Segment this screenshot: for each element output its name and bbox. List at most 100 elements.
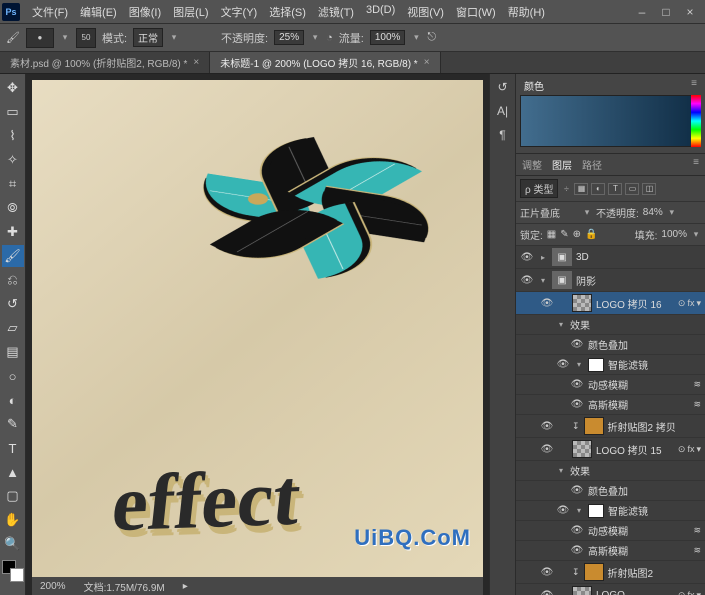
layer-thumb[interactable] bbox=[572, 586, 592, 595]
document-tab[interactable]: 素材.psd @ 100% (折射贴图2, RGB/8) *× bbox=[0, 52, 210, 73]
filter-pixel-icon[interactable]: ▦ bbox=[574, 183, 588, 195]
crop-tool[interactable]: ⌗ bbox=[2, 173, 24, 195]
visibility-toggle[interactable]: 👁 bbox=[570, 339, 584, 350]
history-icon[interactable]: ↺ bbox=[494, 78, 512, 96]
visibility-toggle[interactable]: 👁 bbox=[540, 444, 554, 455]
lock-trans-icon[interactable]: ▦ bbox=[547, 229, 556, 240]
smart-filters-row[interactable]: 👁▾智能滤镜 bbox=[516, 355, 705, 375]
layer-thumb[interactable] bbox=[572, 294, 592, 312]
filter-options-icon[interactable]: ≋ bbox=[693, 545, 701, 556]
layer-opacity-input[interactable]: 84% bbox=[643, 207, 663, 218]
chevron-down-icon[interactable]: ▾ bbox=[667, 207, 677, 218]
character-icon[interactable]: A| bbox=[494, 102, 512, 120]
menu-item[interactable]: 文件(F) bbox=[26, 4, 74, 20]
visibility-toggle[interactable]: 👁 bbox=[570, 379, 584, 390]
panel-menu-icon[interactable]: ≡ bbox=[691, 78, 697, 93]
visibility-toggle[interactable]: 👁 bbox=[540, 567, 554, 578]
twirl-icon[interactable]: ▸ bbox=[538, 253, 548, 262]
layer-row[interactable]: 👁LOGO 拷贝 15⊙ fx ▾ bbox=[516, 438, 705, 461]
minimize-button[interactable]: – bbox=[633, 5, 651, 19]
visibility-toggle[interactable]: 👁 bbox=[540, 590, 554, 595]
filter-item[interactable]: 👁高斯模糊≋ bbox=[516, 395, 705, 415]
maximize-button[interactable]: □ bbox=[657, 5, 675, 19]
effects-row[interactable]: ▾效果 bbox=[516, 315, 705, 335]
close-icon[interactable]: × bbox=[424, 57, 430, 68]
history-brush-tool[interactable]: ↺ bbox=[2, 293, 24, 315]
filter-smart-icon[interactable]: ◫ bbox=[642, 183, 656, 195]
chevron-down-icon[interactable]: ▾ bbox=[411, 32, 421, 43]
layer-group[interactable]: 👁▾▣阴影 bbox=[516, 269, 705, 292]
chevron-down-icon[interactable]: ▾ bbox=[582, 207, 592, 218]
menu-item[interactable]: 文字(Y) bbox=[215, 4, 264, 20]
hue-slider[interactable] bbox=[691, 95, 701, 147]
smart-filters-row[interactable]: 👁▾智能滤镜 bbox=[516, 501, 705, 521]
twirl-icon[interactable]: ▾ bbox=[574, 506, 584, 515]
visibility-toggle[interactable]: 👁 bbox=[520, 252, 534, 263]
menu-item[interactable]: 帮助(H) bbox=[502, 4, 551, 20]
effects-row[interactable]: ▾效果 bbox=[516, 461, 705, 481]
visibility-toggle[interactable]: 👁 bbox=[570, 525, 584, 536]
visibility-toggle[interactable]: 👁 bbox=[556, 359, 570, 370]
magic-wand-tool[interactable]: ✧ bbox=[2, 149, 24, 171]
close-button[interactable]: × bbox=[681, 5, 699, 19]
visibility-toggle[interactable]: 👁 bbox=[556, 505, 570, 516]
color-picker[interactable] bbox=[520, 95, 701, 147]
filter-item[interactable]: 👁高斯模糊≋ bbox=[516, 541, 705, 561]
path-select-tool[interactable]: ▲ bbox=[2, 461, 24, 483]
paragraph-icon[interactable]: ¶ bbox=[494, 126, 512, 144]
filter-type-icon[interactable]: T bbox=[608, 183, 622, 195]
color-swatches[interactable] bbox=[2, 560, 24, 582]
pen-tool[interactable]: ✎ bbox=[2, 413, 24, 435]
menu-item[interactable]: 编辑(E) bbox=[74, 4, 123, 20]
link-icon[interactable]: ↧ bbox=[572, 567, 580, 578]
fx-badge[interactable]: ⊙ fx ▾ bbox=[678, 444, 701, 455]
marquee-tool[interactable]: ▭ bbox=[2, 101, 24, 123]
pressure-opacity-icon[interactable]: ◔ bbox=[326, 32, 333, 44]
layer-blend-mode[interactable]: 正片叠底 bbox=[520, 205, 578, 220]
hand-tool[interactable]: ✋ bbox=[2, 509, 24, 531]
twirl-icon[interactable]: ▾ bbox=[538, 276, 548, 285]
layer-thumb[interactable] bbox=[584, 563, 604, 581]
chevron-down-icon[interactable]: ÷ bbox=[561, 184, 571, 194]
fx-badge[interactable]: ⊙ fx ▾ bbox=[678, 590, 701, 595]
tab-paths[interactable]: 路径 bbox=[582, 157, 602, 172]
layer-row[interactable]: 👁↧折射贴图2 拷贝 bbox=[516, 415, 705, 438]
layer-tree[interactable]: 👁▸▣3D 👁▾▣阴影 👁LOGO 拷贝 16⊙ fx ▾ ▾效果 👁颜色叠加 … bbox=[516, 246, 705, 595]
filter-mask-thumb[interactable] bbox=[588, 358, 604, 372]
fx-badge[interactable]: ⊙ fx ▾ bbox=[678, 298, 701, 309]
effect-item[interactable]: 👁颜色叠加 bbox=[516, 335, 705, 355]
panel-menu-icon[interactable]: ≡ bbox=[693, 157, 699, 172]
visibility-toggle[interactable]: 👁 bbox=[540, 298, 554, 309]
layer-thumb[interactable] bbox=[572, 440, 592, 458]
eyedropper-tool[interactable]: ⦾ bbox=[2, 197, 24, 219]
filter-item[interactable]: 👁动感模糊≋ bbox=[516, 375, 705, 395]
layer-filter-kind[interactable]: ρ 类型 bbox=[520, 179, 558, 198]
filter-shape-icon[interactable]: ▭ bbox=[625, 183, 639, 195]
tab-adjustments[interactable]: 调整 bbox=[522, 157, 542, 172]
brush-panel-toggle[interactable]: 50 bbox=[76, 28, 96, 48]
fill-input[interactable]: 100% bbox=[661, 229, 687, 240]
brush-preset-picker[interactable]: ● bbox=[26, 28, 54, 48]
filter-options-icon[interactable]: ≋ bbox=[693, 379, 701, 390]
chevron-down-icon[interactable]: ▾ bbox=[169, 32, 179, 43]
visibility-toggle[interactable]: 👁 bbox=[570, 485, 584, 496]
filter-options-icon[interactable]: ≋ bbox=[693, 525, 701, 536]
tab-layers[interactable]: 图层 bbox=[552, 157, 572, 172]
chevron-down-icon[interactable]: ▾ bbox=[691, 229, 701, 240]
tab-color[interactable]: 颜色 bbox=[524, 78, 544, 93]
flow-input[interactable]: 100% bbox=[370, 30, 406, 45]
filter-adjust-icon[interactable]: ◐ bbox=[591, 183, 605, 195]
type-tool[interactable]: T bbox=[2, 437, 24, 459]
dodge-tool[interactable]: ◐ bbox=[2, 389, 24, 411]
twirl-icon[interactable]: ▾ bbox=[556, 320, 566, 329]
layer-group[interactable]: 👁▸▣3D bbox=[516, 246, 705, 269]
menu-item[interactable]: 图层(L) bbox=[167, 4, 214, 20]
menu-item[interactable]: 选择(S) bbox=[263, 4, 312, 20]
layer-row[interactable]: 👁LOGO 拷贝 16⊙ fx ▾ bbox=[516, 292, 705, 315]
link-icon[interactable]: ↧ bbox=[572, 421, 580, 432]
move-tool[interactable]: ✥ bbox=[2, 77, 24, 99]
chevron-down-icon[interactable]: ▾ bbox=[60, 32, 70, 43]
lasso-tool[interactable]: ⌇ bbox=[2, 125, 24, 147]
visibility-toggle[interactable]: 👁 bbox=[520, 275, 534, 286]
brush-tool[interactable]: 🖌 bbox=[2, 245, 24, 267]
